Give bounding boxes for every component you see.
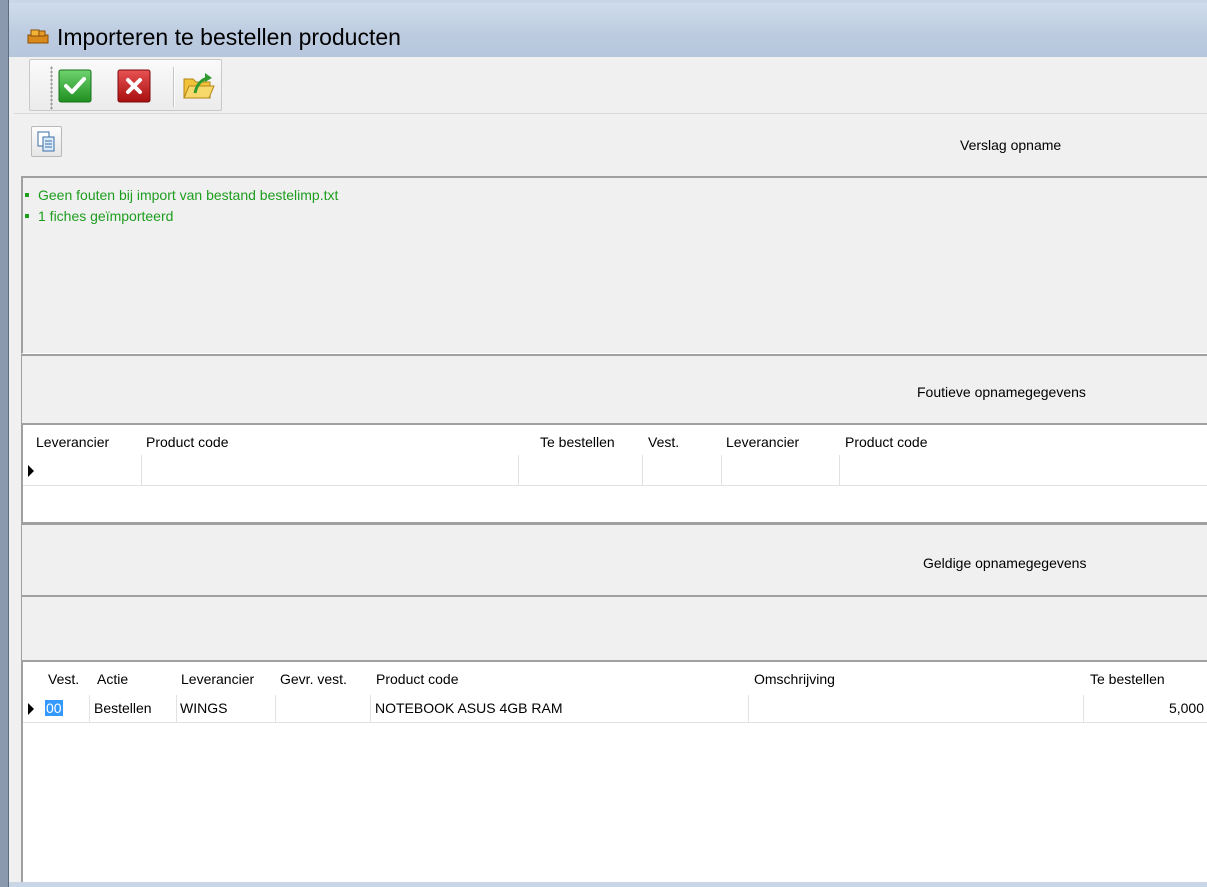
report-panel: Geen fouten bij import van bestand beste… [21, 176, 1207, 354]
errors-grid[interactable]: Leverancier Product code Te bestellen Ve… [21, 423, 1207, 524]
cell-vest-value: 00 [45, 700, 63, 716]
copy-report-button[interactable] [31, 126, 62, 157]
folder-import-icon [183, 73, 215, 99]
valid-heading: Geldige opnamegegevens [923, 555, 1087, 571]
column-header-leverancier[interactable]: Leverancier [181, 671, 254, 687]
column-header-gevr-vest[interactable]: Gevr. vest. [280, 671, 347, 687]
cell-gevr-vest[interactable] [279, 700, 369, 720]
column-header-product-code-2[interactable]: Product code [845, 434, 928, 450]
column-header-omschrijving[interactable]: Omschrijving [754, 671, 835, 687]
bullet-icon [25, 192, 29, 197]
grid-line [370, 695, 371, 722]
cell-te-bestellen[interactable]: 5,000 [1169, 700, 1204, 716]
report-message-text: 1 fiches geïmporteerd [38, 208, 174, 224]
table-row[interactable] [39, 456, 1207, 484]
toolbar-separator [173, 67, 175, 107]
report-message: Geen fouten bij import van bestand beste… [25, 185, 1207, 206]
cell-leverancier[interactable]: WINGS [180, 700, 227, 716]
copy-icon [37, 131, 55, 152]
grid-line [23, 485, 1207, 486]
valid-filter-panel [21, 595, 1207, 661]
app-icon [27, 29, 49, 44]
toolbar [14, 57, 1207, 114]
cell-omschrijving[interactable] [753, 700, 1083, 720]
toolbar-group [29, 59, 222, 111]
window-frame-bottom [9, 882, 1207, 887]
column-header-te-bestellen[interactable]: Te bestellen [540, 434, 615, 450]
cell-product-code[interactable]: NOTEBOOK ASUS 4GB RAM [375, 700, 563, 716]
title-bar[interactable]: Importeren te bestellen producten [9, 3, 1207, 57]
checkmark-icon [58, 69, 92, 103]
toolbar-grip[interactable] [50, 66, 53, 110]
report-heading: Verslag opname [960, 137, 1062, 153]
row-indicator-icon [28, 703, 34, 715]
grid-line [176, 695, 177, 722]
bullet-icon [25, 213, 29, 218]
column-header-leverancier[interactable]: Leverancier [36, 434, 109, 450]
column-header-actie[interactable]: Actie [97, 671, 128, 687]
window-title: Importeren te bestellen producten [57, 24, 401, 50]
errors-heading: Foutieve opnamegegevens [917, 384, 1086, 400]
row-indicator-icon [28, 465, 34, 477]
window-frame-left [0, 0, 9, 887]
close-icon [117, 69, 151, 103]
cell-vest[interactable]: 00 [45, 700, 63, 716]
confirm-button[interactable] [58, 69, 92, 103]
report-message-text: Geen fouten bij import van bestand beste… [38, 187, 339, 203]
grid-line [275, 695, 276, 722]
column-header-product-code[interactable]: Product code [146, 434, 229, 450]
column-header-leverancier-2[interactable]: Leverancier [726, 434, 799, 450]
grid-line [89, 695, 90, 722]
grid-line [23, 722, 1207, 723]
grid-line [748, 695, 749, 722]
column-header-vest[interactable]: Vest. [648, 434, 679, 450]
column-header-vest[interactable]: Vest. [48, 671, 79, 687]
column-header-product-code[interactable]: Product code [376, 671, 459, 687]
valid-grid[interactable]: Vest. Actie Leverancier Gevr. vest. Prod… [21, 660, 1207, 884]
cancel-button[interactable] [117, 69, 151, 103]
cell-actie[interactable]: Bestellen [94, 700, 152, 716]
column-header-te-bestellen[interactable]: Te bestellen [1090, 671, 1165, 687]
report-message-list: Geen fouten bij import van bestand beste… [23, 178, 1207, 227]
import-button[interactable] [181, 69, 215, 103]
grid-line [1083, 695, 1084, 722]
table-row[interactable]: 00 Bestellen WINGS NOTEBOOK ASUS 4GB RAM… [23, 695, 1207, 723]
report-message: 1 fiches geïmporteerd [25, 206, 1207, 227]
